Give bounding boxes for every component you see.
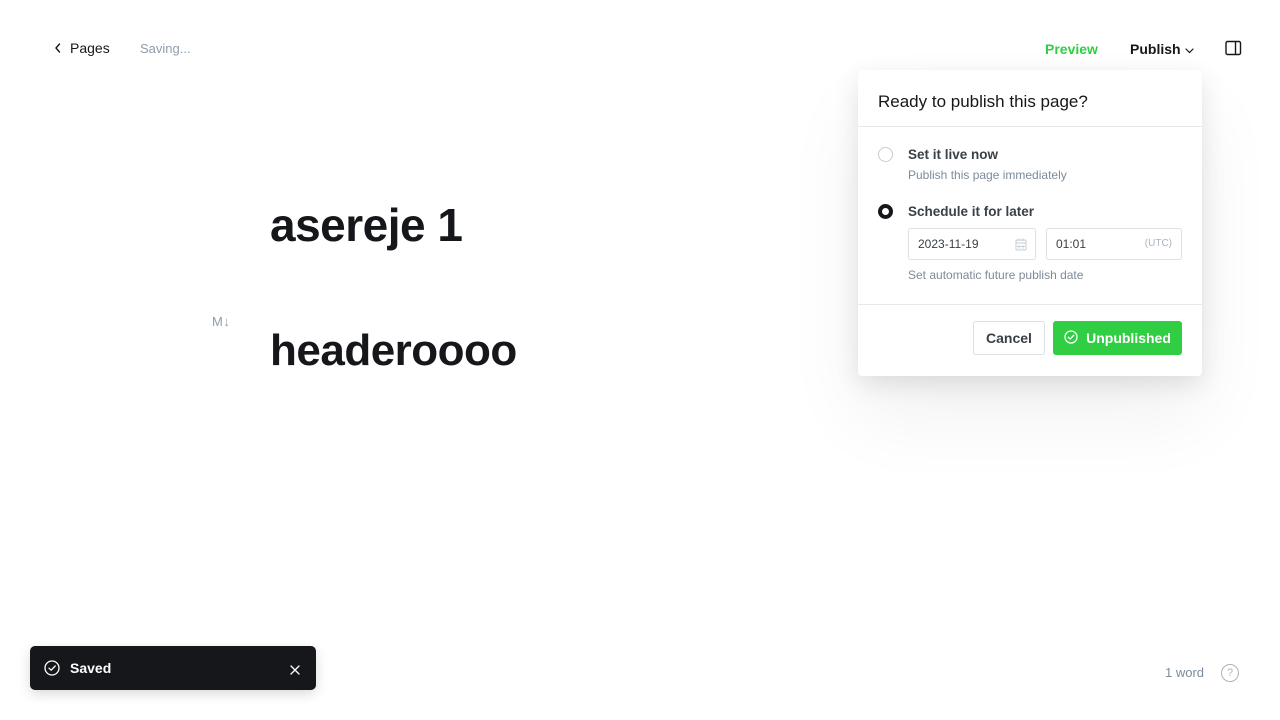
option-label-schedule[interactable]: Schedule it for later [908, 204, 1034, 219]
date-value: 2023-11-19 [918, 237, 979, 251]
word-count: 1 word [1165, 665, 1205, 680]
radio-publish-now[interactable] [878, 147, 893, 162]
check-circle-icon [1064, 329, 1078, 347]
date-input[interactable]: 2023-11-19 [908, 228, 1036, 260]
preview-button[interactable]: Preview [1045, 41, 1098, 57]
back-to-pages-link[interactable]: Pages [54, 40, 110, 56]
post-title[interactable]: asereje 1 [270, 198, 463, 252]
sidebar-toggle-icon[interactable] [1225, 40, 1242, 61]
unpublished-button[interactable]: Unpublished [1053, 321, 1182, 355]
help-icon[interactable]: ? [1221, 664, 1239, 682]
cancel-button[interactable]: Cancel [973, 321, 1045, 355]
back-label: Pages [70, 40, 110, 56]
time-value: 01:01 [1056, 237, 1087, 251]
publish-label: Publish [1130, 41, 1181, 57]
close-icon[interactable] [290, 662, 300, 680]
option-label-now[interactable]: Set it live now [908, 147, 998, 162]
timezone-label: (UTC) [1144, 238, 1172, 249]
editor-page: Pages Saving... Preview Publish asereje … [0, 0, 1280, 720]
calendar-icon[interactable] [1015, 238, 1027, 254]
publish-popover: Ready to publish this page? Set it live … [858, 70, 1202, 376]
content-heading[interactable]: headeroooo [270, 326, 517, 376]
toast-message: Saved [70, 660, 112, 676]
divider [858, 126, 1202, 127]
radio-schedule[interactable] [878, 204, 893, 219]
saved-toast: Saved [30, 646, 316, 690]
divider [858, 304, 1202, 305]
time-input[interactable]: 01:01 (UTC) [1046, 228, 1182, 260]
unpublished-label: Unpublished [1086, 330, 1171, 346]
save-status: Saving... [140, 41, 191, 56]
popover-title: Ready to publish this page? [878, 92, 1088, 111]
markdown-card-icon[interactable]: M↓ [212, 314, 230, 329]
publish-dropdown-button[interactable]: Publish [1130, 41, 1194, 57]
check-circle-icon [44, 660, 60, 681]
option-desc-now: Publish this page immediately [908, 168, 1067, 182]
chevron-left-icon [54, 43, 62, 53]
option-desc-schedule: Set automatic future publish date [908, 268, 1084, 282]
chevron-down-icon [1184, 41, 1194, 57]
